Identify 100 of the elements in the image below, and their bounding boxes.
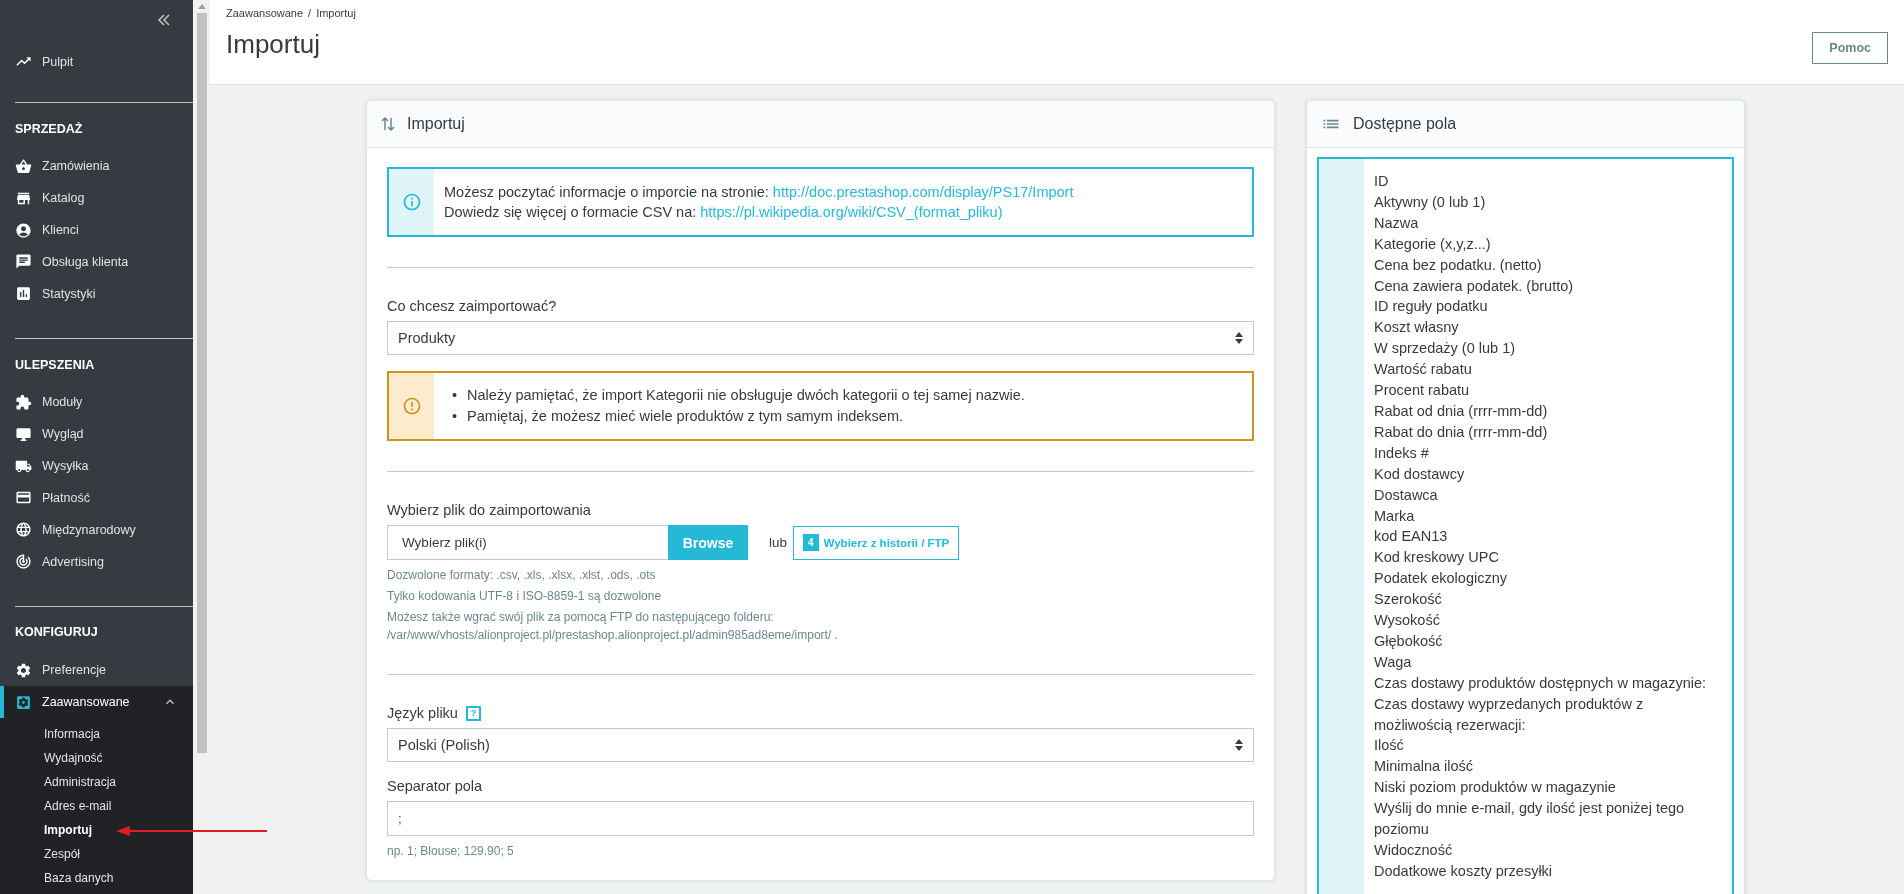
language-select[interactable]: Polski (Polish) bbox=[387, 728, 1254, 762]
sidebar-item[interactable]: Wysyłka bbox=[0, 450, 193, 482]
sidebar-item[interactable]: Statystyki bbox=[0, 277, 193, 310]
field-name: Indeks # bbox=[1374, 443, 1430, 463]
breadcrumb-item: Importuj bbox=[316, 7, 356, 19]
menu-item-icon bbox=[15, 661, 32, 679]
submenu-item[interactable]: Informacja bbox=[0, 722, 193, 746]
warning-text: Pamiętaj, że możesz mieć wiele produktów z tym samym indeksem. bbox=[467, 407, 904, 426]
field-name: Rabat do dnia (rrrr-mm-dd) bbox=[1374, 422, 1549, 442]
menu-item-icon bbox=[15, 553, 32, 571]
section-heading: ULEPSZENIA bbox=[14, 356, 96, 374]
section-heading: SPRZEDAŻ bbox=[14, 120, 84, 138]
submenu-item[interactable]: Importuj bbox=[0, 818, 193, 842]
field-name: Kod dostawcy bbox=[1374, 464, 1466, 484]
sidebar-item[interactable]: Katalog bbox=[0, 182, 193, 215]
menu-item-icon bbox=[15, 425, 32, 443]
menu-item-icon bbox=[15, 253, 32, 271]
field-name: Nazwa bbox=[1374, 213, 1420, 233]
field-name: W sprzedaży (0 lub 1) bbox=[1374, 339, 1517, 359]
help-button[interactable]: Pomoc bbox=[1812, 32, 1888, 64]
panel-title: Importuj bbox=[407, 115, 465, 133]
sidebar-item[interactable]: Moduły bbox=[0, 386, 193, 419]
submenu-item[interactable]: Administracja bbox=[0, 770, 193, 794]
submenu-item[interactable]: Wydajność bbox=[0, 746, 193, 770]
scroll-up-icon bbox=[197, 4, 206, 9]
field-name: Podatek ekologiczny bbox=[1374, 569, 1508, 589]
field-label: Co chcesz zaimportować? bbox=[387, 298, 558, 314]
field-name: Marka bbox=[1374, 506, 1416, 526]
file-input-field[interactable]: Wybierz plik(i) bbox=[387, 525, 668, 560]
field-name: Dodatkowe koszty przesyłki bbox=[1374, 861, 1554, 881]
field-label: Separator pola bbox=[387, 778, 484, 794]
field-label: Wybierz plik do zaimportowania bbox=[387, 502, 592, 518]
field-name: Głębokość bbox=[1374, 631, 1444, 651]
sidebar-item[interactable]: Preferencje bbox=[0, 654, 193, 687]
field-name: Cena zawiera podatek. (brutto) bbox=[1374, 276, 1575, 296]
field-name: Aktywny (0 lub 1) bbox=[1374, 192, 1487, 212]
menu-item-icon bbox=[15, 285, 32, 303]
field-name: Cena bez podatku. (netto) bbox=[1374, 255, 1543, 275]
panel-title: Dostępne pola bbox=[1353, 115, 1457, 133]
field-name: Rabat od dnia (rrrr-mm-dd) bbox=[1374, 401, 1549, 421]
help-text: Możesz także wgrać swój plik za pomocą FTP do następującego folderu: /var/www/vhosts/alionproject.pl/prestashop.alionproject.pl/admin985ad8eme/import/ . bbox=[387, 609, 839, 644]
field-name: Czas dostawy produktów dostępnych w magazynie: bbox=[1374, 673, 1708, 693]
breadcrumb-item[interactable]: Zaawansowane bbox=[226, 7, 304, 19]
sidebar-item[interactable]: Zamówienia bbox=[0, 150, 193, 183]
menu-item-icon bbox=[15, 521, 32, 539]
count-badge: 4 bbox=[803, 534, 819, 551]
info-text: Możesz poczytać informacje o imporcie na stronie: http://doc.prestashop.com/display/PS17/Import bbox=[444, 183, 1074, 202]
entity-select[interactable]: Produkty bbox=[387, 321, 1254, 355]
field-name: Czas dostawy wyprzedanych produktów z możliwością rezerwacji: bbox=[1374, 694, 1645, 735]
field-name: kod EAN13 bbox=[1374, 527, 1449, 547]
sort-caret-icon bbox=[1235, 739, 1243, 751]
warning-text: Należy pamiętać, że import Kategorii nie obsługuje dwóch kategorii o tej samej nazwie. bbox=[467, 386, 1025, 405]
field-name: Szerokość bbox=[1374, 590, 1443, 610]
field-name: Kategorie (x,y,z...) bbox=[1374, 234, 1492, 254]
sidebar-item[interactable]: Advertising bbox=[0, 545, 193, 578]
hint-text: np. 1; Blouse; 129.90; 5 bbox=[387, 843, 515, 860]
info-icon bbox=[401, 192, 422, 212]
sort-caret-icon bbox=[1235, 332, 1243, 344]
field-name: Waga bbox=[1374, 652, 1413, 672]
sidebar-item[interactable]: Międzynarodowy bbox=[0, 513, 193, 546]
info-text: Dowiedz się więcej o formacie CSV na: https://pl.wikipedia.org/wiki/CSV_(format_pliku) bbox=[444, 203, 1004, 222]
field-name: Ilość bbox=[1374, 736, 1405, 756]
sort-arrows-icon bbox=[381, 116, 395, 132]
field-name: Minimalna ilość bbox=[1374, 757, 1475, 777]
field-name: Widoczność bbox=[1374, 841, 1454, 860]
submenu-item[interactable]: Baza danych bbox=[0, 866, 193, 890]
double-chevron-left-icon bbox=[157, 14, 171, 26]
field-name: ID reguły podatku bbox=[1374, 297, 1489, 317]
field-name: Dostawca bbox=[1374, 485, 1439, 505]
sidebar-item[interactable]: Wygląd bbox=[0, 418, 193, 451]
section-heading: KONFIGURUJ bbox=[14, 624, 99, 642]
submenu-item[interactable]: Zespół bbox=[0, 842, 193, 866]
submenu-item[interactable]: Adres e-mail bbox=[0, 794, 193, 818]
field-name: Koszt własny bbox=[1374, 318, 1460, 338]
field-name: Niski poziom produktów w magazynie bbox=[1374, 778, 1617, 798]
help-text: Tylko kodowania UTF-8 i ISO-8859-1 są dozwolone bbox=[387, 588, 663, 605]
sidebar-item[interactable]: Zaawansowane bbox=[0, 686, 193, 718]
bullet-marker: • bbox=[452, 407, 458, 426]
menu-item-icon bbox=[15, 693, 32, 711]
sidebar-item[interactable]: Pulpit bbox=[0, 45, 193, 78]
help-text: Dozwolone formaty: .csv, .xls, .xlsx, .xlst, .ods, .ots bbox=[387, 567, 657, 584]
field-name: Kod kreskowy UPC bbox=[1374, 548, 1500, 568]
field-name: Wysokość bbox=[1374, 611, 1441, 631]
or-text: lub bbox=[769, 535, 787, 550]
sidebar-item[interactable]: Płatność bbox=[0, 482, 193, 514]
field-label: Język pliku bbox=[387, 705, 458, 721]
field-name: Wartość rabatu bbox=[1374, 360, 1473, 380]
page-title: Importuj bbox=[226, 29, 321, 60]
separator-input[interactable]: ; bbox=[387, 801, 1254, 836]
field-name: ID bbox=[1374, 172, 1390, 191]
warning-icon bbox=[401, 396, 422, 416]
menu-item-icon bbox=[15, 157, 32, 175]
bullet-marker: • bbox=[452, 386, 458, 405]
sidebar-item[interactable]: Obsługa klienta bbox=[0, 246, 193, 278]
menu-item-icon bbox=[15, 221, 32, 239]
breadcrumb-separator: / bbox=[308, 7, 312, 19]
sidebar-item[interactable]: Klienci bbox=[0, 214, 193, 246]
menu-item-icon bbox=[15, 393, 32, 411]
field-name: Procent rabatu bbox=[1374, 381, 1471, 401]
field-name: Wyślij do mnie e-mail, gdy ilość jest poniżej tego poziomu bbox=[1374, 799, 1686, 840]
